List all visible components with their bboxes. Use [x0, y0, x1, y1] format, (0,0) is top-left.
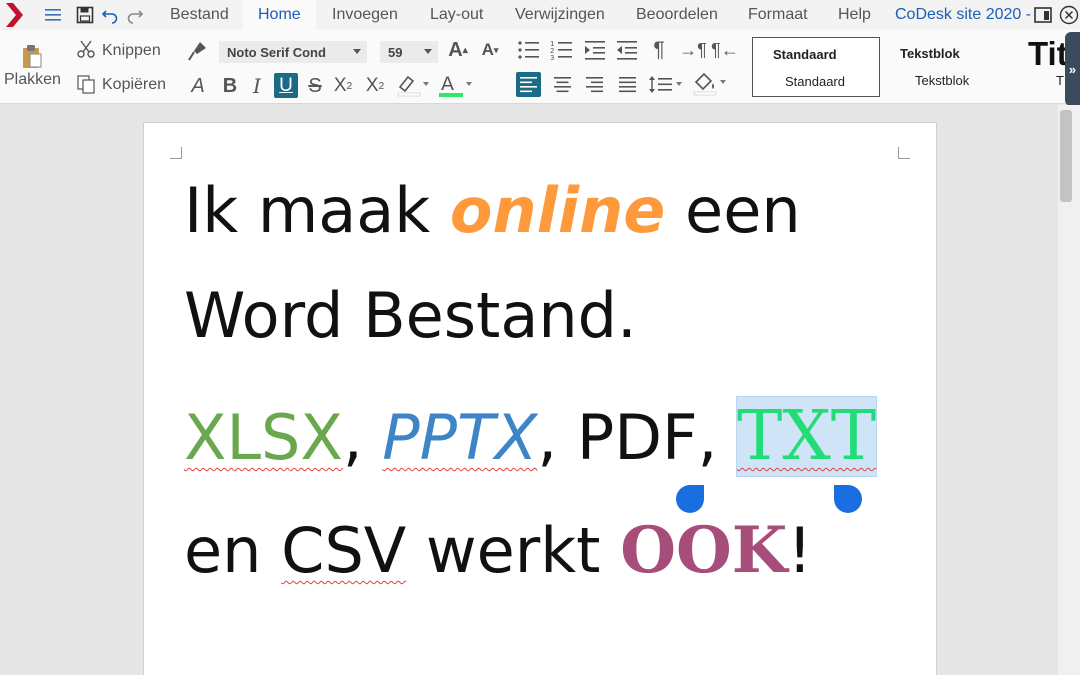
styles-gallery: Standaard Standaard Tekstblok Tekstblok …	[752, 37, 1080, 97]
text-run-pptx: PPTX	[382, 401, 538, 474]
tab-home[interactable]: Home	[243, 0, 316, 30]
style-tekstblok-preview: Tekstblok	[915, 73, 970, 88]
paste-label[interactable]: Plakken	[4, 71, 61, 89]
scrollbar-thumb[interactable]	[1060, 110, 1072, 202]
copy-button[interactable]: Kopiëren	[102, 76, 166, 94]
page-corner-marker	[898, 147, 910, 159]
document-line-3[interactable]: XLSX, PPTX, PDF, TXT	[184, 396, 878, 477]
text-run: Ik maak	[184, 174, 450, 247]
tab-beoordelen[interactable]: Beoordelen	[636, 0, 718, 30]
text-run-txt: TXT	[736, 396, 878, 477]
show-formatting-icon[interactable]: ¶	[648, 38, 670, 62]
align-center-icon[interactable]	[550, 72, 575, 97]
redo-icon[interactable]	[126, 6, 144, 24]
strikethrough-icon[interactable]: S	[304, 74, 326, 98]
text-run: !	[787, 514, 813, 587]
ltr-direction-icon[interactable]: →¶	[679, 38, 707, 62]
tab-bestand[interactable]: Bestand	[170, 0, 229, 30]
bullet-list-icon[interactable]	[517, 39, 541, 61]
page-corner-marker	[170, 147, 182, 159]
font-size-value: 59	[388, 44, 403, 60]
text-run-csv: CSV	[281, 514, 407, 587]
subscript-icon[interactable]: X2	[330, 74, 356, 98]
text-run: Word Bestand.	[184, 279, 637, 352]
tab-lay-out[interactable]: Lay-out	[430, 0, 483, 30]
tab-help[interactable]: Help	[838, 0, 871, 30]
tab-verwijzingen[interactable]: Verwijzingen	[515, 0, 605, 30]
document-line-4[interactable]: en CSV werkt OOK!	[184, 519, 812, 583]
justify-icon[interactable]	[615, 72, 640, 97]
layout-icon[interactable]	[1034, 6, 1052, 24]
underline-icon[interactable]: U	[274, 73, 298, 98]
text-run-ook: OOK	[620, 513, 788, 588]
style-standaard[interactable]: Standaard Standaard	[752, 37, 880, 97]
format-painter-icon[interactable]	[186, 40, 208, 62]
cut-icon[interactable]	[76, 39, 96, 59]
decrease-indent-icon[interactable]	[615, 39, 639, 61]
copy-icon[interactable]	[76, 74, 96, 94]
window-title: CoDesk site 2020 -	[895, 6, 1032, 23]
svg-text:3: 3	[550, 54, 554, 61]
font-name-value: Noto Serif Cond	[227, 44, 326, 60]
increase-indent-icon[interactable]	[583, 39, 607, 61]
text-run: werkt	[406, 514, 621, 587]
text-run: en	[184, 514, 282, 587]
style-titel-name: Tit	[1028, 37, 1066, 72]
align-left-icon[interactable]	[516, 72, 541, 97]
style-titel-preview: T	[1056, 73, 1064, 88]
chevron-down-icon	[424, 49, 432, 54]
numbered-list-icon[interactable]: 123	[550, 39, 574, 62]
bold-icon[interactable]: B	[218, 74, 242, 98]
style-standaard-preview: Standaard	[785, 74, 845, 89]
font-size-select[interactable]: 59	[380, 41, 438, 63]
save-icon[interactable]	[76, 6, 94, 24]
paste-icon[interactable]	[20, 44, 44, 70]
rtl-direction-icon[interactable]: ¶←	[711, 38, 739, 62]
style-tekstblok[interactable]: Tekstblok Tekstblok	[882, 37, 1010, 97]
selection-end-handle[interactable]	[832, 483, 864, 515]
style-standaard-name: Standaard	[773, 47, 837, 62]
ribbon-toolbar: Plakken Knippen Kopiëren Noto Serif Cond…	[0, 30, 1080, 104]
text-run-xlsx: XLSX	[184, 401, 343, 474]
title-bar: Bestand Home Invoegen Lay-out Verwijzing…	[0, 0, 1080, 30]
line-spacing-icon[interactable]	[648, 72, 686, 97]
clear-format-icon[interactable]: A	[186, 74, 210, 98]
style-titel[interactable]: Tit T	[1012, 37, 1066, 97]
document-line-1[interactable]: Ik maak online een	[184, 180, 801, 242]
text-run: een	[665, 174, 801, 247]
text-run: , PDF,	[537, 401, 738, 474]
text-run: ,	[342, 401, 383, 474]
shading-icon[interactable]	[692, 70, 730, 97]
app-logo-icon[interactable]	[0, 0, 30, 30]
font-color-icon[interactable]: A	[437, 72, 475, 98]
document-page[interactable]: Ik maak online een Word Bestand. XLSX, P…	[143, 122, 937, 675]
selection-start-handle[interactable]	[674, 483, 706, 515]
grow-font-icon[interactable]: A ▴	[446, 38, 470, 62]
font-name-select[interactable]: Noto Serif Cond	[219, 41, 367, 63]
style-tekstblok-name: Tekstblok	[900, 46, 960, 61]
tab-formaat[interactable]: Formaat	[748, 0, 808, 30]
document-canvas[interactable]: Ik maak online een Word Bestand. XLSX, P…	[0, 105, 1080, 675]
highlight-color-icon[interactable]	[396, 72, 430, 98]
text-run-online: online	[449, 174, 666, 247]
svg-text:A: A	[441, 73, 454, 95]
tab-invoegen[interactable]: Invoegen	[332, 0, 398, 30]
document-line-2[interactable]: Word Bestand.	[184, 285, 637, 347]
hamburger-icon[interactable]	[44, 6, 62, 24]
superscript-icon[interactable]: X2	[362, 74, 388, 98]
ribbon-expand-button[interactable]: »	[1065, 32, 1080, 106]
undo-icon[interactable]	[101, 6, 119, 24]
cut-button[interactable]: Knippen	[102, 42, 161, 60]
close-icon[interactable]	[1059, 5, 1079, 25]
italic-icon[interactable]: I	[246, 74, 268, 98]
align-right-icon[interactable]	[582, 72, 607, 97]
chevron-down-icon	[353, 49, 361, 54]
shrink-font-icon[interactable]: A ▾	[478, 38, 502, 62]
